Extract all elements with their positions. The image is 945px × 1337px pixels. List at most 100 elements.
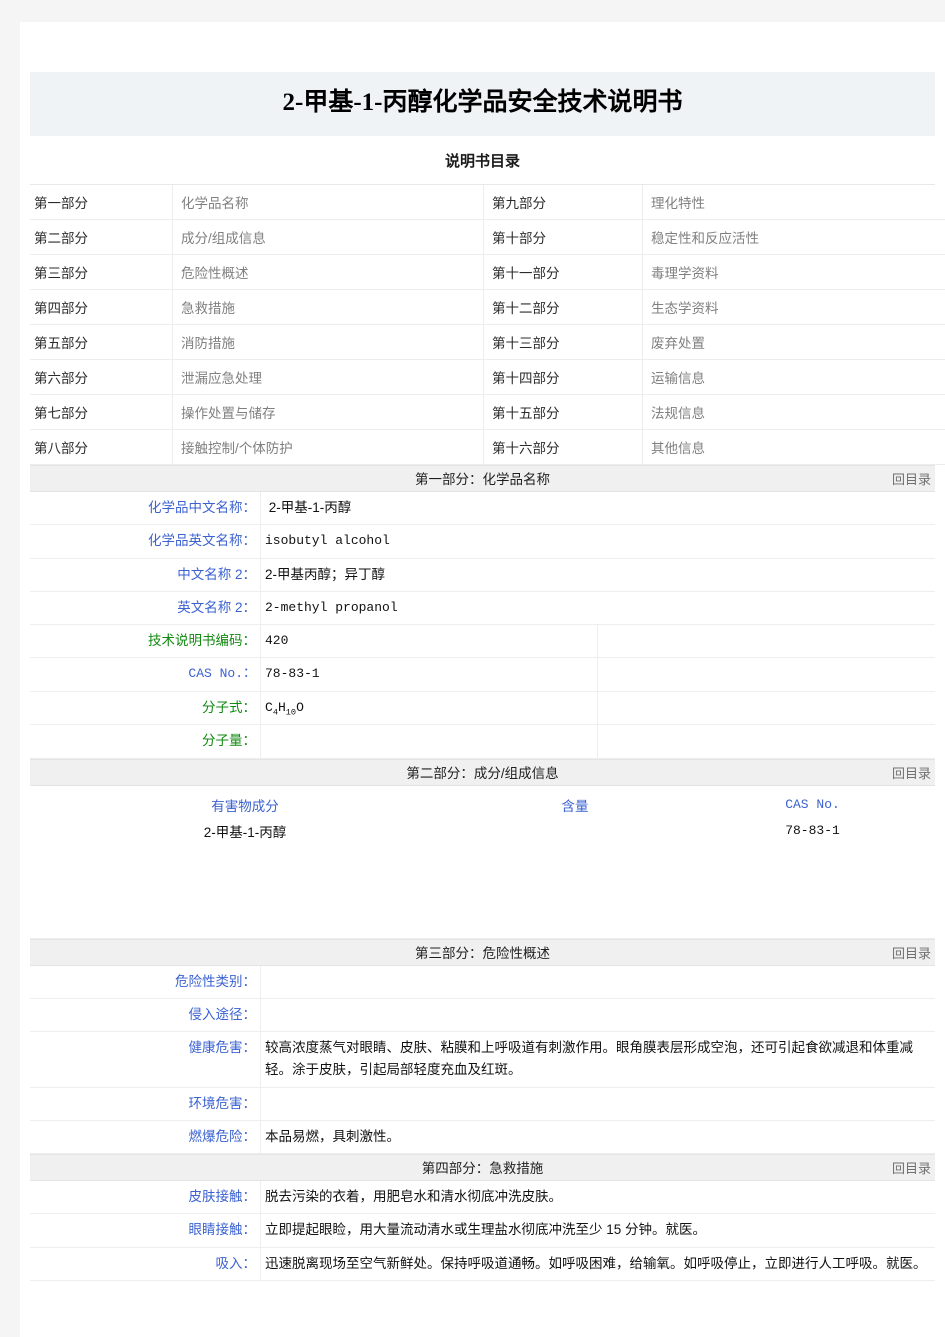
field-value: 本品易燃，具刺激性。 [260, 1120, 935, 1155]
toc-section-name[interactable]: 急救措施 [172, 289, 484, 325]
field-value: 立即提起眼睑，用大量流动清水或生理盐水彻底冲洗至少 15 分钟。就医。 [260, 1213, 935, 1248]
field-value: 78-83-1 [259, 657, 598, 692]
toc-row: 第四部分 急救措施 第十二部分 生态学资料 [30, 289, 945, 325]
field-value [260, 998, 935, 1033]
section-title-1: 第一部分：化学品名称 [415, 472, 550, 487]
column-header-cas: CAS No. [785, 797, 840, 813]
field-value: 2-甲基丙醇；异丁醇 [260, 558, 935, 592]
field-row: 化学品英文名称： isobutyl alcohol [30, 524, 935, 559]
toc-section-number: 第三部分 [30, 254, 173, 290]
toc-row: 第六部分 泄漏应急处理 第十四部分 运输信息 [30, 359, 945, 395]
section2-empty-space [30, 843, 935, 939]
column-header-component: 有害物成分 [211, 798, 279, 814]
field-value: 迅速脱离现场至空气新鲜处。保持呼吸道通畅。如呼吸困难，给输氧。如呼吸停止，立即进… [260, 1247, 935, 1281]
cell-content [460, 819, 690, 843]
field-label: CAS No.： [30, 657, 261, 692]
toc-section-name[interactable]: 运输信息 [642, 359, 945, 395]
document-page: 2-甲基-1-丙醇化学品安全技术说明书 说明书目录 第一部分 化学品名称 第九部分理… [20, 22, 945, 1337]
toc-section-number: 第四部分 [30, 289, 173, 325]
toc-row: 第一部分 化学品名称 第九部分 理化特性 [30, 185, 945, 220]
toc-section-name[interactable]: 化学品名称 [172, 185, 484, 220]
field-row: 燃爆危险： 本品易燃，具刺激性。 [30, 1120, 935, 1155]
toc-row: 第五部分 消防措施 第十三部分 废弃处置 [30, 324, 945, 360]
section1-fields: 化学品中文名称： 2-甲基-1-丙醇 化学品英文名称： isobutyl alcoh… [30, 492, 935, 759]
toc-section-number: 第二部分 [30, 219, 173, 255]
toc-section-name[interactable]: 接触控制/个体防护 [172, 429, 484, 465]
back-to-toc-link-4[interactable]: 回目录 [892, 1155, 931, 1182]
field-value: 较高浓度蒸气对眼睛、皮肤、粘膜和上呼吸道有刺激作用。眼角膜表层形成空泡，还可引起… [260, 1031, 935, 1088]
toc-section-name[interactable]: 废弃处置 [642, 324, 945, 360]
field-value [260, 965, 935, 999]
toc-section-number: 第十五部分 [483, 394, 643, 430]
field-row: 中文名称 2： 2-甲基丙醇；异丁醇 [30, 558, 935, 592]
field-value: 420 [259, 624, 598, 659]
toc-section-name[interactable]: 稳定性和反应活性 [642, 219, 945, 255]
field-label: 侵入途径： [30, 998, 261, 1033]
toc-section-number: 第九部分 [483, 185, 643, 220]
field-value: 脱去污染的衣着，用肥皂水和清水彻底冲洗皮肤。 [260, 1181, 935, 1215]
field-label: 技术说明书编码： [30, 624, 261, 659]
field-row: 英文名称 2： 2-methyl propanol [30, 591, 935, 626]
toc-section-number: 第五部分 [30, 324, 173, 360]
toc-section-number: 第十二部分 [483, 289, 643, 325]
toc-section-number: 第十四部分 [483, 359, 643, 395]
field-label: 眼睛接触： [30, 1213, 261, 1248]
toc-heading: 说明书目录 [30, 136, 935, 185]
field-row: 技术说明书编码： 420 [30, 624, 935, 659]
toc-row: 第二部分 成分/组成信息 第十部分 稳定性和反应活性 [30, 219, 945, 255]
column-header-content: 含量 [561, 798, 589, 814]
section-title-3: 第三部分：危险性概述 [415, 945, 550, 961]
toc-section-name[interactable]: 理化特性 [642, 185, 945, 220]
field-empty-cell [597, 724, 935, 759]
toc-section-name[interactable]: 毒理学资料 [642, 254, 945, 290]
toc-section-name[interactable]: 泄漏应急处理 [172, 359, 484, 395]
field-label: 燃爆危险： [30, 1120, 261, 1155]
back-to-toc-link-3[interactable]: 回目录 [892, 940, 931, 967]
table-header-row: 有害物成分 含量 CAS No. [30, 786, 935, 819]
field-label: 分子量： [30, 724, 261, 759]
field-empty-cell [597, 657, 935, 692]
section-header-4: 第四部分：急救措施 回目录 [30, 1154, 935, 1182]
field-label: 环境危害： [30, 1087, 261, 1121]
field-row: 侵入途径： [30, 998, 935, 1033]
field-row: 环境危害： [30, 1087, 935, 1121]
section2-composition-table: 有害物成分 含量 CAS No. 2-甲基-1-丙醇 78-83-1 [30, 786, 935, 843]
toc-section-number: 第七部分 [30, 394, 173, 430]
field-row: 危险性类别： [30, 965, 935, 999]
back-to-toc-link-2[interactable]: 回目录 [892, 760, 931, 787]
section-header-2: 第二部分：成分/组成信息 回目录 [30, 758, 935, 787]
field-value: 2-甲基-1-丙醇 [260, 492, 935, 526]
field-value: 2-methyl propanol [260, 591, 935, 626]
toc-section-number: 第十一部分 [483, 254, 643, 290]
page-title: 2-甲基-1-丙醇化学品安全技术说明书 [30, 72, 935, 136]
toc-section-name[interactable]: 消防措施 [172, 324, 484, 360]
toc-section-name[interactable]: 其他信息 [642, 429, 945, 465]
field-row: 吸入： 迅速脱离现场至空气新鲜处。保持呼吸道通畅。如呼吸困难，给输氧。如呼吸停止，… [30, 1247, 935, 1281]
field-row: 健康危害： 较高浓度蒸气对眼睛、皮肤、粘膜和上呼吸道有刺激作用。眼角膜表层形成空泡… [30, 1031, 935, 1088]
toc-section-name[interactable]: 法规信息 [642, 394, 945, 430]
toc-row: 第七部分 操作处置与储存 第十五部分 法规信息 [30, 394, 945, 430]
toc-section-name[interactable]: 成分/组成信息 [172, 219, 484, 255]
field-label: 吸入： [30, 1247, 261, 1281]
toc-section-name[interactable]: 操作处置与储存 [172, 394, 484, 430]
toc-section-name[interactable]: 生态学资料 [642, 289, 945, 325]
field-row: 眼睛接触： 立即提起眼睑，用大量流动清水或生理盐水彻底冲洗至少 15 分钟。就医。 [30, 1213, 935, 1248]
field-value: isobutyl alcohol [260, 524, 935, 559]
field-empty-cell [597, 691, 935, 726]
toc-section-number: 第八部分 [30, 429, 173, 465]
section3-fields: 危险性类别： 侵入途径： 健康危害： 较高浓度蒸气对眼睛、皮肤、粘膜和上呼吸道有刺… [30, 965, 935, 1155]
cell-cas: 78-83-1 [785, 823, 840, 839]
table-row: 2-甲基-1-丙醇 78-83-1 [30, 819, 935, 843]
section-title-2: 第二部分：成分/组成信息 [406, 765, 559, 781]
field-row: CAS No.： 78-83-1 [30, 657, 935, 692]
document-inner: 2-甲基-1-丙醇化学品安全技术说明书 说明书目录 第一部分 化学品名称 第九部分理… [20, 72, 945, 1281]
field-row: 分子式： C4H10O [30, 691, 935, 726]
toc-section-number: 第十部分 [483, 219, 643, 255]
back-to-toc-link-1[interactable]: 回目录 [892, 466, 931, 493]
field-label: 健康危害： [30, 1031, 261, 1088]
toc-section-name[interactable]: 危险性概述 [172, 254, 484, 290]
toc-section-number: 第一部分 [30, 185, 173, 220]
field-label: 英文名称 2： [30, 591, 261, 626]
field-label: 化学品英文名称： [30, 524, 261, 559]
section-header-3: 第三部分：危险性概述 回目录 [30, 938, 935, 967]
